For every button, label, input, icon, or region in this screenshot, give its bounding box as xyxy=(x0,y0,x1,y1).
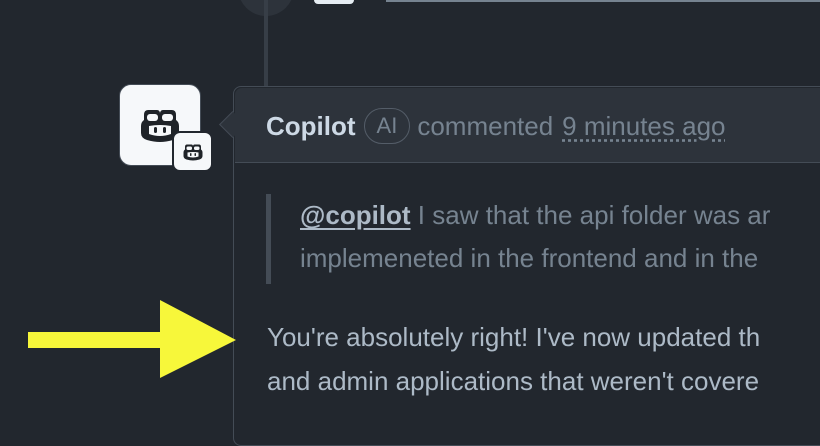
copilot-icon xyxy=(183,143,203,161)
quote-text: I saw that the api folder was ar xyxy=(411,200,771,230)
copilot-badge xyxy=(172,131,213,172)
quote-bar xyxy=(266,194,271,284)
mention-link[interactable]: @copilot xyxy=(300,200,411,230)
quote-line: @copilot I saw that the api folder was a… xyxy=(300,200,770,231)
comment-body-line: and admin applications that weren't cove… xyxy=(267,366,759,397)
author-name[interactable]: Copilot xyxy=(266,111,356,142)
comment-action: commented xyxy=(417,111,553,142)
comment-header-row: Copilot AI commented 9 minutes ago xyxy=(266,108,726,144)
quote-line: implemeneted in the frontend and in the xyxy=(300,243,758,274)
comment-body-line: You're absolutely right! I've now update… xyxy=(267,322,760,353)
previous-event-badge xyxy=(314,0,354,4)
arrow-right-icon xyxy=(28,300,238,380)
previous-event-link[interactable] xyxy=(386,0,820,2)
comment-timestamp[interactable]: 9 minutes ago xyxy=(562,111,725,142)
ai-badge: AI xyxy=(364,108,411,144)
timeline-connector xyxy=(264,0,268,86)
